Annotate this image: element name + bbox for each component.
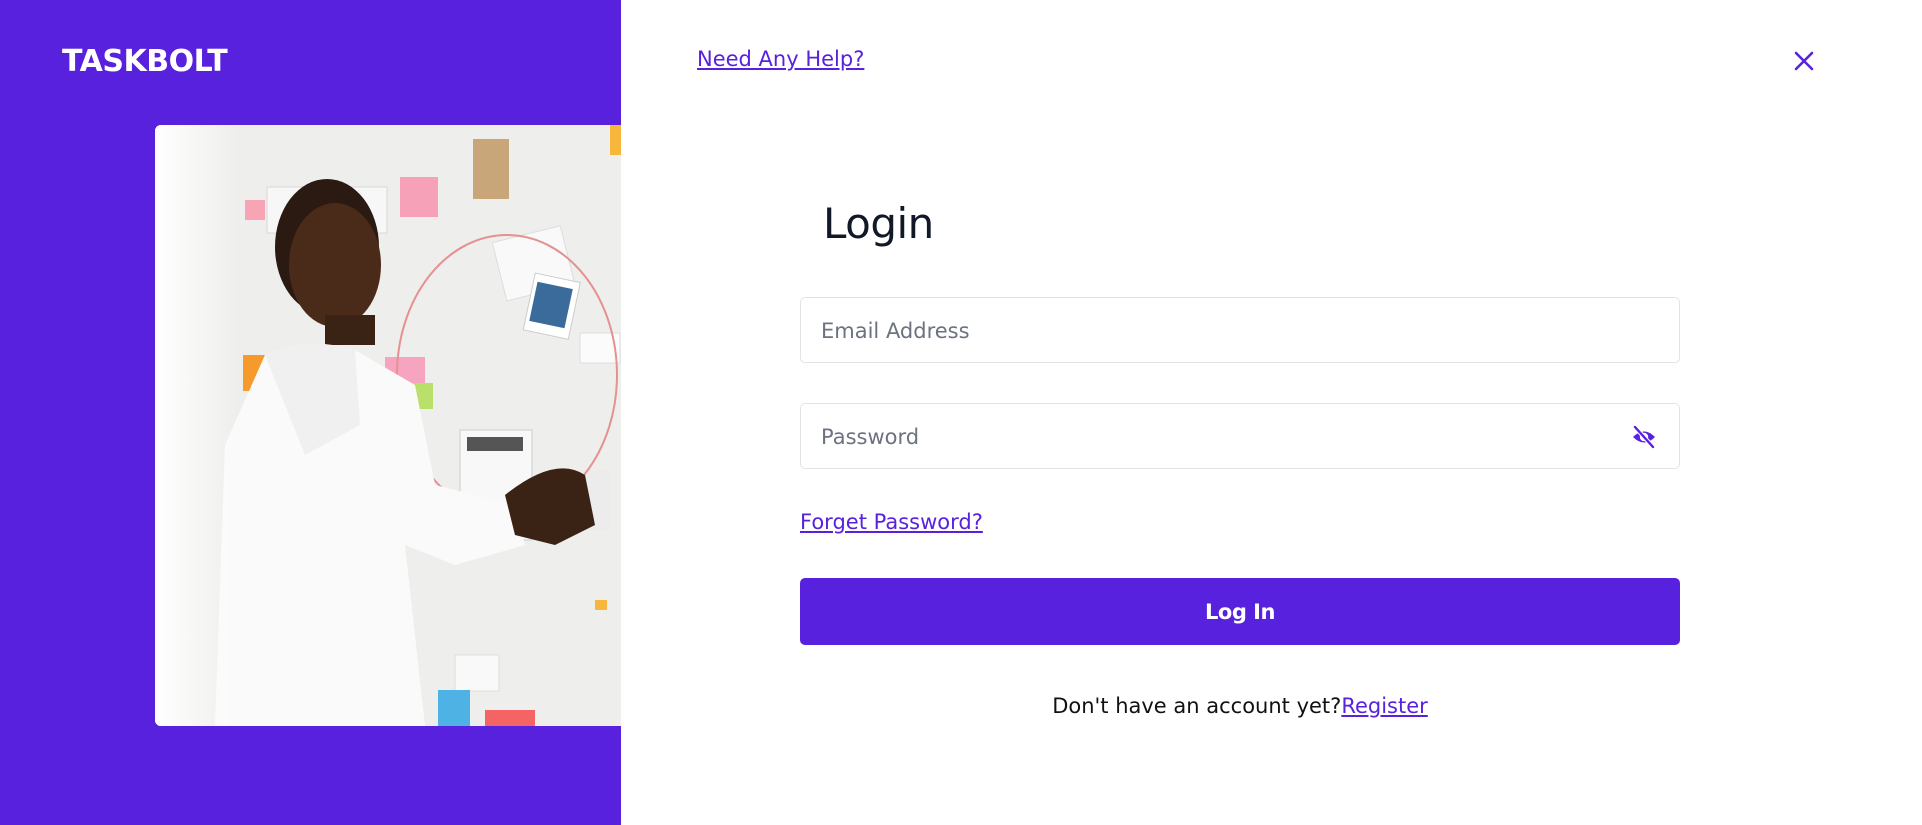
- page-title: Login: [823, 199, 934, 248]
- eye-off-icon[interactable]: [1631, 425, 1657, 449]
- email-input[interactable]: [819, 298, 1603, 364]
- password-input[interactable]: [819, 404, 1603, 470]
- email-field[interactable]: [800, 297, 1680, 364]
- taskbolt-logo: TASKBOLT: [62, 44, 228, 79]
- hero-image: [155, 125, 621, 726]
- register-prompt: Don't have an account yet?: [1052, 694, 1342, 718]
- login-panel: Need Any Help? Login Forget Password? Lo…: [621, 0, 1922, 825]
- register-row: Don't have an account yet?Register: [800, 694, 1680, 718]
- register-link[interactable]: Register: [1341, 694, 1427, 718]
- close-icon[interactable]: [1792, 49, 1816, 73]
- login-button[interactable]: Log In: [800, 578, 1680, 645]
- brand-panel: TASKBOLT: [0, 0, 621, 825]
- forgot-password-link[interactable]: Forget Password?: [800, 510, 983, 534]
- need-help-link[interactable]: Need Any Help?: [697, 47, 864, 71]
- password-field[interactable]: [800, 403, 1680, 470]
